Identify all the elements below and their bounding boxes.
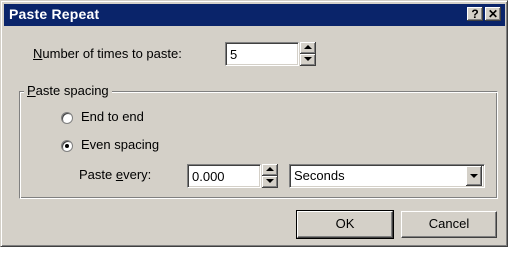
spin-up-icon: [304, 45, 312, 49]
help-icon: ?: [471, 7, 479, 21]
cancel-button[interactable]: Cancel: [401, 211, 497, 238]
times-spinner[interactable]: [300, 42, 316, 66]
even-spacing-radio[interactable]: [61, 140, 73, 152]
paste-repeat-dialog: Paste Repeat ? ✕ Number of times to past…: [0, 0, 508, 247]
help-button[interactable]: ?: [467, 7, 483, 21]
chevron-down-icon: [470, 174, 478, 178]
paste-every-spin-up[interactable]: [262, 164, 278, 176]
times-spin-down[interactable]: [300, 54, 316, 66]
unit-dropdown-button[interactable]: [466, 166, 482, 186]
paste-every-spinner[interactable]: [262, 164, 278, 188]
spin-down-icon: [266, 179, 274, 183]
ok-button[interactable]: OK: [296, 210, 394, 239]
paste-every-label: Paste every:: [79, 167, 152, 182]
unit-select[interactable]: Seconds: [289, 164, 485, 188]
close-button[interactable]: ✕: [485, 7, 501, 21]
end-to-end-label[interactable]: End to end: [81, 109, 144, 124]
end-to-end-radio[interactable]: [61, 112, 73, 124]
unit-select-value: Seconds: [294, 168, 345, 183]
radio-selected-dot: [65, 144, 69, 148]
paste-every-spin-down[interactable]: [262, 176, 278, 188]
paste-every-input[interactable]: [187, 164, 261, 188]
times-input[interactable]: [225, 42, 299, 66]
title-bar[interactable]: Paste Repeat ? ✕: [4, 4, 505, 26]
even-spacing-label[interactable]: Even spacing: [81, 137, 159, 152]
times-spin-up[interactable]: [300, 42, 316, 54]
spin-down-icon: [304, 57, 312, 61]
spin-up-icon: [266, 167, 274, 171]
paste-spacing-group-title: Paste spacing: [24, 83, 112, 98]
close-icon: ✕: [487, 7, 499, 21]
times-label: Number of times to paste:: [33, 46, 182, 61]
dialog-title: Paste Repeat: [9, 6, 100, 22]
